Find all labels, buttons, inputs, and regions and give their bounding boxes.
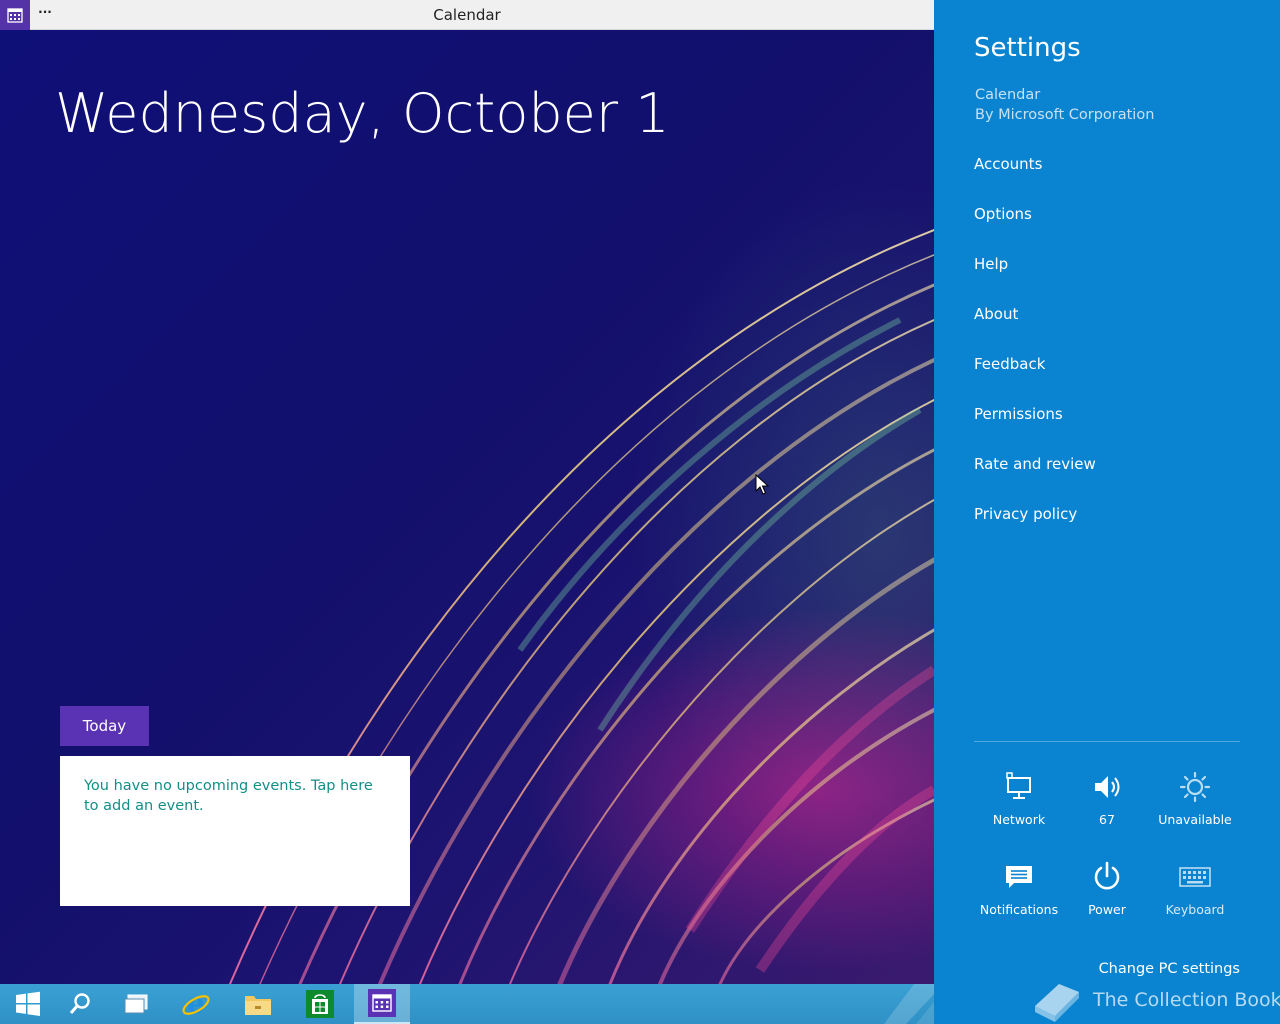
- app-name: Calendar: [975, 87, 1041, 103]
- windows-logo-icon: [16, 991, 40, 1016]
- calendar-icon: [368, 989, 396, 1017]
- notifications-icon: [1006, 866, 1032, 888]
- store-button[interactable]: [292, 984, 348, 1024]
- power-label: Power: [1088, 902, 1126, 917]
- volume-level: 67: [1099, 812, 1115, 827]
- volume-quick-setting[interactable]: 67: [1062, 770, 1152, 827]
- settings-item-privacy-policy[interactable]: Privacy policy: [974, 504, 1096, 554]
- calendar-background: Wednesday, October 1 Today You have no u…: [0, 30, 934, 984]
- settings-charm-pane: Settings Calendar By Microsoft Corporati…: [934, 0, 1280, 1024]
- search-icon: [69, 993, 90, 1014]
- notifications-label: Notifications: [979, 902, 1059, 917]
- settings-item-permissions[interactable]: Permissions: [974, 404, 1096, 454]
- task-view-icon: [124, 994, 148, 1014]
- store-icon: [306, 990, 334, 1018]
- watermark-text: The Collection Book: [1093, 989, 1280, 1011]
- settings-item-about[interactable]: About: [974, 304, 1096, 354]
- window-title: Calendar: [433, 6, 501, 24]
- task-view-button[interactable]: [108, 984, 164, 1024]
- upcoming-events-card[interactable]: You have no upcoming events. Tap here to…: [60, 756, 410, 906]
- taskbar: e: [0, 984, 934, 1024]
- taskbar-decoration: [884, 984, 934, 1024]
- notifications-quick-setting[interactable]: Notifications: [974, 860, 1064, 917]
- settings-divider: [974, 741, 1240, 742]
- today-button[interactable]: Today: [60, 706, 149, 746]
- keyboard-quick-setting[interactable]: Keyboard: [1150, 860, 1240, 917]
- mouse-cursor-icon: [755, 474, 769, 495]
- no-events-message[interactable]: You have no upcoming events. Tap here to…: [84, 776, 388, 816]
- brightness-quick-setting[interactable]: Unavailable: [1150, 770, 1240, 827]
- keyboard-label: Keyboard: [1165, 902, 1225, 917]
- network-icon: [1006, 772, 1031, 799]
- book-icon: [1035, 984, 1079, 1022]
- title-bar: ··· Calendar: [0, 0, 934, 30]
- brightness-icon: [1179, 771, 1211, 803]
- settings-item-accounts[interactable]: Accounts: [974, 154, 1096, 204]
- app-publisher: By Microsoft Corporation: [975, 107, 1155, 123]
- calendar-taskbar-button[interactable]: [354, 984, 410, 1024]
- keyboard-icon: [1179, 867, 1211, 887]
- date-heading: Wednesday, October 1: [55, 82, 670, 145]
- folder-icon: [245, 996, 271, 1015]
- settings-item-feedback[interactable]: Feedback: [974, 354, 1096, 404]
- power-quick-setting[interactable]: Power: [1062, 860, 1152, 917]
- start-button[interactable]: [0, 984, 56, 1024]
- network-quick-setting[interactable]: Network: [974, 770, 1064, 827]
- app-info: Calendar By Microsoft Corporation: [975, 85, 1154, 125]
- watermark: The Collection Book: [1029, 976, 1280, 1024]
- settings-menu: Accounts Options Help About Feedback Per…: [974, 154, 1096, 554]
- search-button[interactable]: [52, 984, 108, 1024]
- settings-item-help[interactable]: Help: [974, 254, 1096, 304]
- power-icon: [1094, 861, 1120, 890]
- settings-title: Settings: [974, 33, 1081, 63]
- brightness-label: Unavailable: [1158, 812, 1232, 827]
- settings-item-rate-and-review[interactable]: Rate and review: [974, 454, 1096, 504]
- settings-item-options[interactable]: Options: [974, 204, 1096, 254]
- network-label: Network: [992, 812, 1046, 827]
- volume-icon: [1095, 776, 1120, 798]
- change-pc-settings-link[interactable]: Change PC settings: [1099, 961, 1240, 977]
- internet-explorer-button[interactable]: e: [168, 984, 224, 1024]
- file-explorer-button[interactable]: [230, 984, 286, 1024]
- internet-explorer-icon: e: [182, 989, 210, 1019]
